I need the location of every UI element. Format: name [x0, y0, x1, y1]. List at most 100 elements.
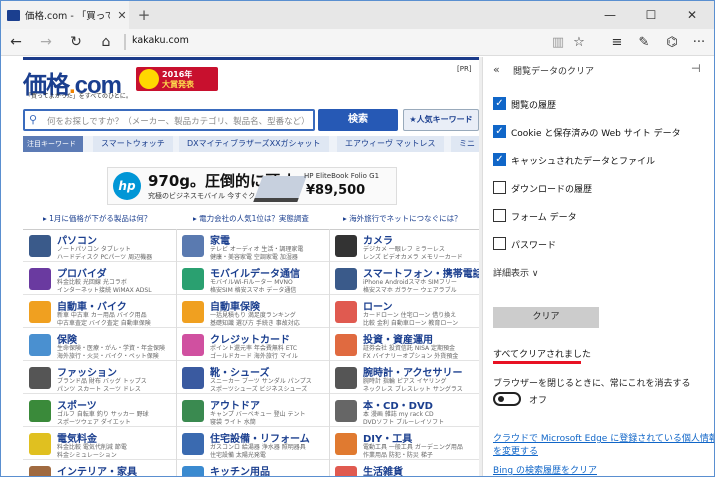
- checkbox[interactable]: [493, 237, 506, 250]
- category-cell[interactable]: 本・CD・DVD 本 漫画 雑誌 my rack CD DVDソフト ブルーレイソフ…: [329, 395, 482, 427]
- hp-ad-banner[interactable]: hp 970g。圧倒的に頑丈。 究極のビジネスモバイル 今すぐクリック HP E…: [107, 167, 397, 205]
- category-cell[interactable]: ローン カードローン 住宅ローン 借り換え 比較 金利 自動車ローン 教育ローン: [329, 296, 482, 328]
- back-chevron-icon[interactable]: «: [493, 63, 500, 76]
- search-input[interactable]: ⚲ 何をお探しですか？（メーカー、製品カテゴリ、製品名、型番など）: [23, 109, 315, 131]
- search-row: ⚲ 何をお探しですか？（メーカー、製品カテゴリ、製品名、型番など） 検索 ★人気…: [23, 109, 483, 131]
- category-sublinks[interactable]: レンズ ビデオカメラ メモリーカード: [363, 252, 479, 261]
- category-icon: [29, 400, 51, 422]
- category-name[interactable]: キッチン用品: [210, 463, 270, 476]
- clear-button[interactable]: クリア: [493, 307, 599, 328]
- category-sublinks[interactable]: インターネット接続 WiMAX ADSL: [57, 285, 173, 294]
- close-tab-icon[interactable]: ✕: [115, 9, 129, 22]
- category-sublinks[interactable]: 比較 金利 自動車ローン 教育ローン: [363, 318, 479, 327]
- category-cell[interactable]: モバイルデータ通信 モバイルWi-Fiルーター MVNO 格安SIM 格安スマホ デ…: [176, 263, 329, 295]
- back-icon[interactable]: ←: [3, 29, 29, 56]
- award-banner[interactable]: 2016年 大賞発表: [136, 67, 218, 91]
- category-cell[interactable]: 自動車・バイク 新車 中古車 カー用品 バイク用品 中古車査定 バイク査定 自動車保…: [23, 296, 176, 328]
- category-cell[interactable]: 住宅設備・リフォーム ガスコンロ 給湯器 浄水器 照明器具 住宅設備 太陽光発電: [176, 428, 329, 460]
- refresh-icon[interactable]: ↻: [63, 29, 89, 56]
- category-cell[interactable]: キッチン用品: [176, 461, 329, 476]
- keyword-link[interactable]: DXマイティブラザーズXXガシャット: [179, 136, 329, 152]
- share-icon[interactable]: ⌬: [660, 29, 684, 56]
- new-tab-icon[interactable]: +: [134, 5, 154, 25]
- pin-icon[interactable]: ⊣: [691, 62, 701, 75]
- bing-history-link[interactable]: Bing の検索履歴をクリア: [493, 463, 597, 476]
- category-sublinks[interactable]: 寝袋 ライト 水筒: [210, 417, 326, 426]
- category-cell[interactable]: スポーツ ゴルフ 自転車 釣り サッカー 野球 スポーツウェア ダイエット: [23, 395, 176, 427]
- checkbox-label[interactable]: ダウンロードの履歴: [511, 182, 592, 195]
- more-icon[interactable]: ···: [687, 29, 711, 56]
- checkbox-label[interactable]: Cookie と保存済みの Web サイト データ: [511, 126, 681, 139]
- category-sublinks[interactable]: 格安スマホ ガラケー ウェアラブル: [363, 285, 479, 294]
- category-cell[interactable]: 自動車保険 一括見積もり 満足度ランキング 基礎知識 選び方 手続き 事故対応: [176, 296, 329, 328]
- show-more-link[interactable]: 詳細表示 ∨: [493, 266, 538, 279]
- category-sublinks[interactable]: FX バイナリーオプション 外貨預金: [363, 351, 479, 360]
- category-cell[interactable]: 靴・シューズ スニーカー ブーツ サンダル パンプス スポーツシューズ ビジネスシュ…: [176, 362, 329, 394]
- cloud-info-link[interactable]: クラウドで Microsoft Edge に登録されている個人情報: [493, 431, 714, 444]
- category-cell[interactable]: DIY・工具 電動工具 一般工具 ガーデニング用品 作業用品 防犯・防災 梯子: [329, 428, 482, 460]
- checkbox[interactable]: [493, 181, 506, 194]
- category-sublinks[interactable]: 作業用品 防犯・防災 梯子: [363, 450, 479, 459]
- tab-kakaku[interactable]: 価格.com - 「買ってよかっ ✕: [1, 1, 129, 29]
- category-cell[interactable]: 腕時計・アクセサリー 腕時計 指輪 ピアス イヤリング ネックレス ブレスレット サ…: [329, 362, 482, 394]
- category-sublinks[interactable]: パンツ スカート スーツ ドレス: [57, 384, 173, 393]
- category-sublinks[interactable]: 海外旅行・火災・バイク・ペット保険: [57, 351, 173, 360]
- keyword-link[interactable]: エアウィーヴ マットレス: [337, 136, 444, 152]
- category-cell[interactable]: 投資・資産運用 証券会社 投資信託 NISA 定期預金 FX バイナリーオプション …: [329, 329, 482, 361]
- category-cell[interactable]: 生活雑貨: [329, 461, 482, 476]
- info-link[interactable]: ▸ 1月に価格が下がる製品は何？: [43, 213, 151, 224]
- category-cell[interactable]: ファッション ブランド品 財布 バッグ トップス パンツ スカート スーツ ドレス: [23, 362, 176, 394]
- category-cell[interactable]: パソコン ノートパソコン タブレット ハードディスク PCパーツ 周辺機器: [23, 230, 176, 262]
- info-link[interactable]: ▸ 電力会社の人気1位は？実態調査: [193, 213, 309, 224]
- address-bar[interactable]: kakaku.com: [132, 35, 189, 46]
- checkbox-label[interactable]: キャッシュされたデータとファイル: [511, 154, 655, 167]
- category-sublinks[interactable]: ゴールドカード 海外旅行 マイル: [210, 351, 326, 360]
- category-cell[interactable]: クレジットカード ポイント還元率 年会費無料 ETC ゴールドカード 海外旅行 マイ…: [176, 329, 329, 361]
- category-icon: [182, 334, 204, 356]
- category-sublinks[interactable]: DVDソフト ブルーレイソフト: [363, 417, 479, 426]
- checkbox-label[interactable]: 閲覧の履歴: [511, 98, 556, 111]
- checkbox[interactable]: ✓: [493, 125, 506, 138]
- category-sublinks[interactable]: 住宅設備 太陽光発電: [210, 450, 326, 459]
- checkbox-label[interactable]: パスワード: [511, 238, 556, 251]
- category-sublinks[interactable]: 格安SIM 格安スマホ データ通信: [210, 285, 326, 294]
- category-cell[interactable]: 保険 生命保険・医療・がん・学資・年金保険 海外旅行・火災・バイク・ペット保険: [23, 329, 176, 361]
- category-cell[interactable]: アウトドア キャンプ バーベキュー 登山 テント 寝袋 ライト 水筒: [176, 395, 329, 427]
- search-button[interactable]: 検索: [318, 109, 398, 131]
- category-cell[interactable]: 家電 テレビ オーディオ 生活・調理家電 健康・美容家電 空調家電 加湿器: [176, 230, 329, 262]
- category-cell[interactable]: インテリア・家具: [23, 461, 176, 476]
- category-name[interactable]: インテリア・家具: [57, 463, 137, 476]
- home-icon[interactable]: ⌂: [93, 29, 119, 56]
- checkbox[interactable]: ✓: [493, 97, 506, 110]
- category-sublinks[interactable]: 中古車査定 バイク査定 自動車保険: [57, 318, 173, 327]
- category-sublinks[interactable]: ネックレス ブレスレット サングラス: [363, 384, 479, 393]
- favorite-star-icon[interactable]: ☆: [567, 29, 591, 56]
- popular-keyword-button[interactable]: ★人気キーワード: [403, 109, 479, 131]
- checkbox[interactable]: [493, 209, 506, 222]
- clear-on-close-toggle[interactable]: [493, 392, 521, 406]
- hub-icon[interactable]: ≡: [605, 29, 629, 56]
- keyword-link[interactable]: スマートウォッチ: [93, 136, 173, 152]
- minimize-icon[interactable]: —: [590, 1, 630, 29]
- web-note-icon[interactable]: ✎: [632, 29, 656, 56]
- category-cell[interactable]: スマートフォン・携帯電話 iPhone Androidスマホ SIMフリー 格安スマ…: [329, 263, 483, 295]
- cloud-info-link-cont[interactable]: を変更する: [493, 444, 538, 457]
- maximize-icon[interactable]: ☐: [631, 1, 671, 29]
- category-sublinks[interactable]: スポーツウェア ダイエット: [57, 417, 173, 426]
- category-cell[interactable]: カメラ デジカメ 一眼レフ ミラーレス レンズ ビデオカメラ メモリーカード: [329, 230, 482, 262]
- category-sublinks[interactable]: 健康・美容家電 空調家電 加湿器: [210, 252, 326, 261]
- tab-title: 価格.com - 「買ってよかっ: [25, 11, 110, 22]
- category-sublinks[interactable]: スポーツシューズ ビジネスシューズ: [210, 384, 326, 393]
- close-window-icon[interactable]: ✕: [672, 1, 712, 29]
- info-link[interactable]: ▸ 海外旅行でネットにつなぐには？: [343, 213, 462, 224]
- category-name[interactable]: 生活雑貨: [363, 463, 403, 476]
- category-cell[interactable]: 電気料金 料金比較 電気代削減 節電 料金シミュレーション: [23, 428, 176, 460]
- category-icon: [335, 367, 357, 389]
- forward-icon[interactable]: →: [33, 29, 59, 56]
- category-cell[interactable]: プロバイダ 料金比較 光回線 光コラボ インターネット接続 WiMAX ADSL: [23, 263, 176, 295]
- category-sublinks[interactable]: 料金シミュレーション: [57, 450, 173, 459]
- category-sublinks[interactable]: ハードディスク PCパーツ 周辺機器: [57, 252, 173, 261]
- category-sublinks[interactable]: 基礎知識 選び方 手続き 事故対応: [210, 318, 326, 327]
- checkbox[interactable]: ✓: [493, 153, 506, 166]
- checkbox-label[interactable]: フォーム データ: [511, 210, 577, 223]
